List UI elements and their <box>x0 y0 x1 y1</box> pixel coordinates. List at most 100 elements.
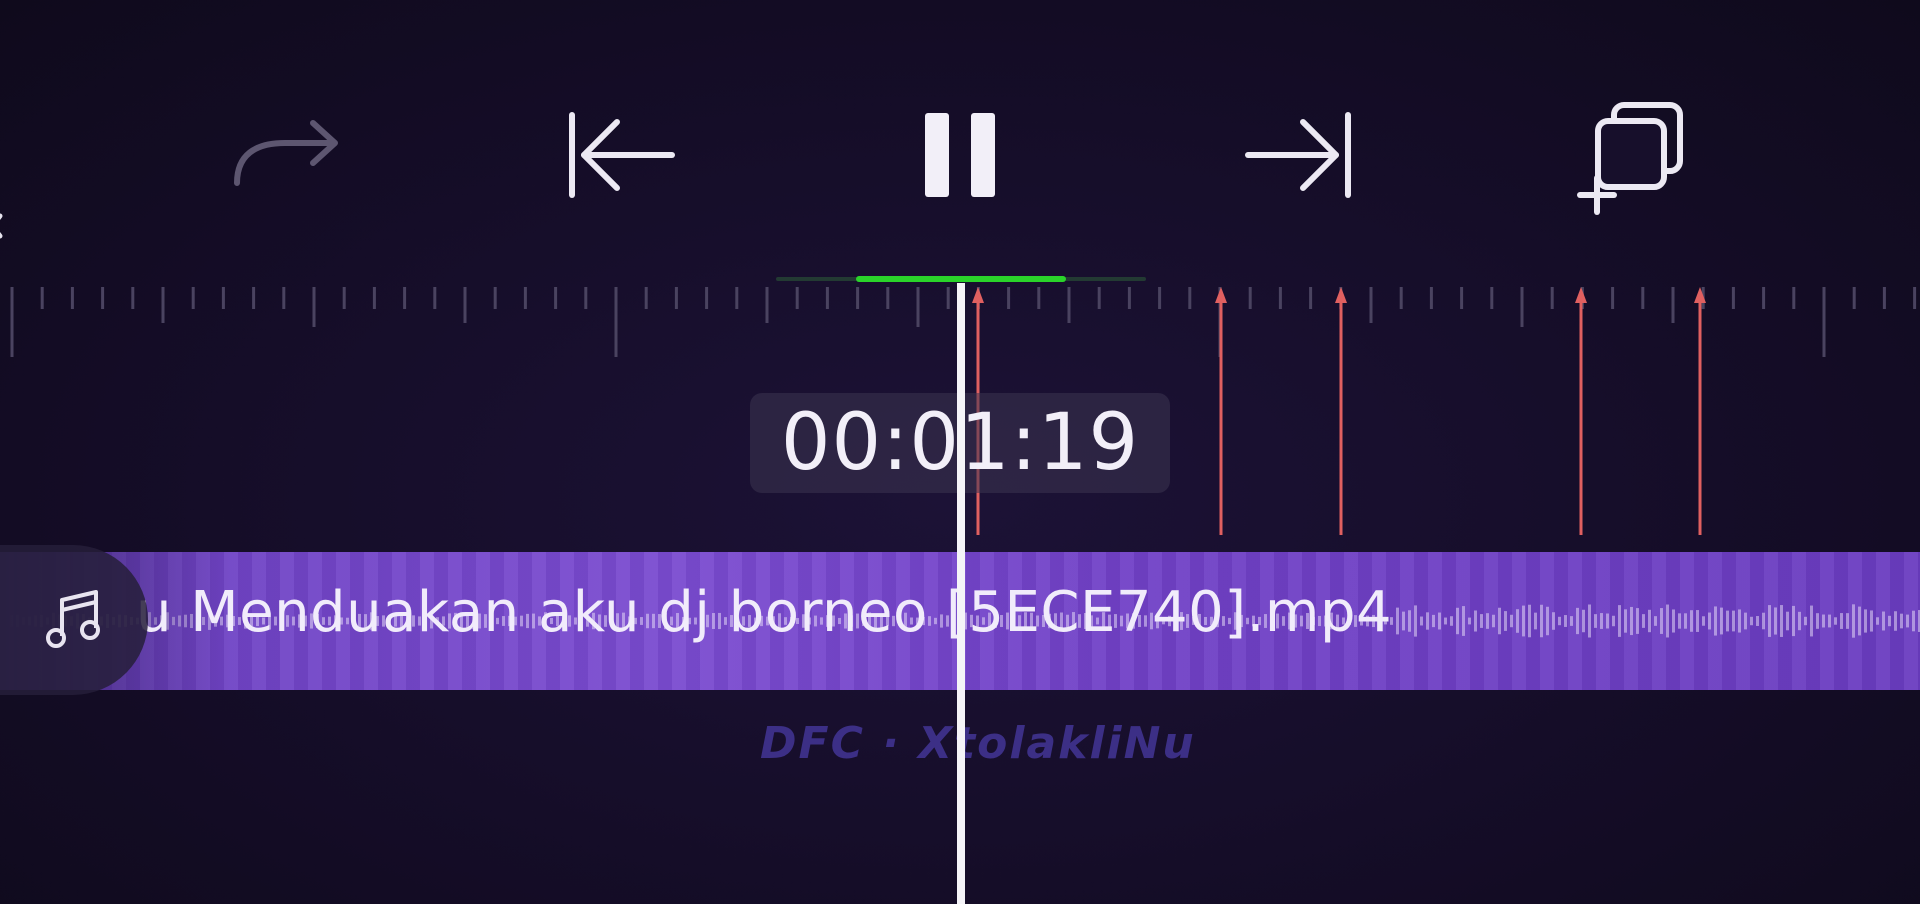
waveform-bar <box>1444 617 1447 625</box>
waveform-bar <box>1684 613 1687 629</box>
waveform-bar <box>1858 606 1861 636</box>
waveform-bar <box>1552 612 1555 630</box>
waveform-bar <box>1816 613 1819 629</box>
waveform-bar <box>1672 609 1675 633</box>
waveform-bar <box>1708 612 1711 630</box>
waveform-bar <box>1654 616 1657 626</box>
waveform-bar <box>1876 617 1879 625</box>
playback-toolbar <box>0 60 1920 239</box>
music-note-icon <box>46 590 100 648</box>
waveform-bar <box>1414 605 1417 637</box>
waveform-bar <box>1894 611 1897 631</box>
playhead[interactable] <box>957 283 965 904</box>
waveform-bar <box>1600 613 1603 629</box>
waveform-bar <box>1792 605 1795 637</box>
waveform-bar <box>1630 606 1633 636</box>
waveform-bar <box>1834 617 1837 625</box>
waveform-bar <box>1432 614 1435 628</box>
waveform-bar <box>1756 616 1759 626</box>
waveform-bar <box>1540 604 1543 638</box>
waveform-bar <box>1564 615 1567 627</box>
redo-button[interactable] <box>215 95 355 215</box>
waveform-bar <box>1546 606 1549 636</box>
waveform-bar <box>1498 607 1501 635</box>
waveform-bar <box>1612 615 1615 627</box>
pause-button[interactable] <box>890 95 1030 215</box>
waveform-bar <box>1624 609 1627 633</box>
waveform-bar <box>1606 613 1609 629</box>
skip-to-start-button[interactable] <box>552 95 692 215</box>
waveform-bar <box>1750 616 1753 626</box>
add-clip-button[interactable] <box>1565 95 1705 215</box>
waveform-bar <box>1762 612 1765 630</box>
waveform-bar <box>1504 611 1507 631</box>
waveform-bar <box>1636 608 1639 634</box>
waveform-bar <box>1768 605 1771 637</box>
waveform-bar <box>1480 614 1483 628</box>
waveform-bar <box>1900 613 1903 629</box>
waveform-bar <box>1690 610 1693 632</box>
waveform-bar <box>1462 606 1465 636</box>
waveform-bar <box>1726 610 1729 632</box>
beat-marker-head <box>972 287 984 303</box>
waveform-bar <box>1516 609 1519 633</box>
waveform-bar <box>1702 616 1705 626</box>
waveform-bar <box>1582 609 1585 633</box>
waveform-bar <box>1534 612 1537 630</box>
waveform-bar <box>1696 610 1699 632</box>
waveform-bar <box>1822 614 1825 628</box>
waveform-bar <box>1408 610 1411 632</box>
waveform-bar <box>1510 614 1513 628</box>
waveform-bar <box>1732 610 1735 632</box>
skip-end-icon <box>1245 112 1351 198</box>
waveform-bar <box>1528 604 1531 638</box>
waveform-bar <box>1618 605 1621 637</box>
waveform-bar <box>1558 616 1561 626</box>
waveform-bar <box>1786 611 1789 631</box>
pause-icon <box>925 113 995 197</box>
waveform-bar <box>1864 609 1867 633</box>
waveform-bar <box>1714 606 1717 636</box>
skip-to-end-button[interactable] <box>1228 95 1368 215</box>
waveform-bar <box>1798 611 1801 631</box>
beat-marker-head <box>1694 287 1706 303</box>
waveform-bar <box>1738 609 1741 633</box>
waveform-bar <box>1720 607 1723 635</box>
redo-arrow-icon <box>234 120 338 186</box>
waveform-bar <box>1774 607 1777 635</box>
waveform-bar <box>1660 608 1663 634</box>
waveform-bar <box>1426 612 1429 630</box>
waveform-bar <box>1810 605 1813 637</box>
beat-marker-head <box>1335 287 1347 303</box>
waveform-bar <box>1870 610 1873 632</box>
waveform-bar <box>1744 612 1747 630</box>
waveform-bar <box>1492 614 1495 628</box>
beat-marker-head <box>1575 287 1587 303</box>
waveform-bar <box>1594 614 1597 628</box>
waveform-bar <box>1642 614 1645 628</box>
waveform-bar <box>1648 609 1651 633</box>
progress-fill <box>856 276 1066 282</box>
waveform-bar <box>1882 611 1885 631</box>
waveform-bar <box>1912 610 1915 632</box>
audio-track-button[interactable] <box>0 545 148 695</box>
waveform-bar <box>1468 617 1471 625</box>
more-icon[interactable] <box>1912 220 1920 266</box>
waveform-bar <box>1456 607 1459 635</box>
waveform-bar <box>1450 616 1453 626</box>
audio-track-label: u Menduakan aku dj borneo [5ECE740].mp4 <box>136 580 1393 645</box>
waveform-bar <box>1780 605 1783 637</box>
undo-icon[interactable] <box>0 210 8 244</box>
beat-marker-head <box>1215 287 1227 303</box>
waveform-bar <box>1906 614 1909 628</box>
waveform-bar <box>1402 611 1405 631</box>
waveform-bar <box>1804 616 1807 626</box>
waveform-bar <box>1474 610 1477 632</box>
waveform-bar <box>1420 616 1423 626</box>
waveform-bar <box>1576 607 1579 635</box>
waveform-bar <box>1438 612 1441 630</box>
watermark-text: DFC · XtolakliNu <box>760 718 1196 769</box>
waveform-bar <box>1588 604 1591 638</box>
skip-start-icon <box>569 112 675 198</box>
waveform-bar <box>1840 613 1843 629</box>
